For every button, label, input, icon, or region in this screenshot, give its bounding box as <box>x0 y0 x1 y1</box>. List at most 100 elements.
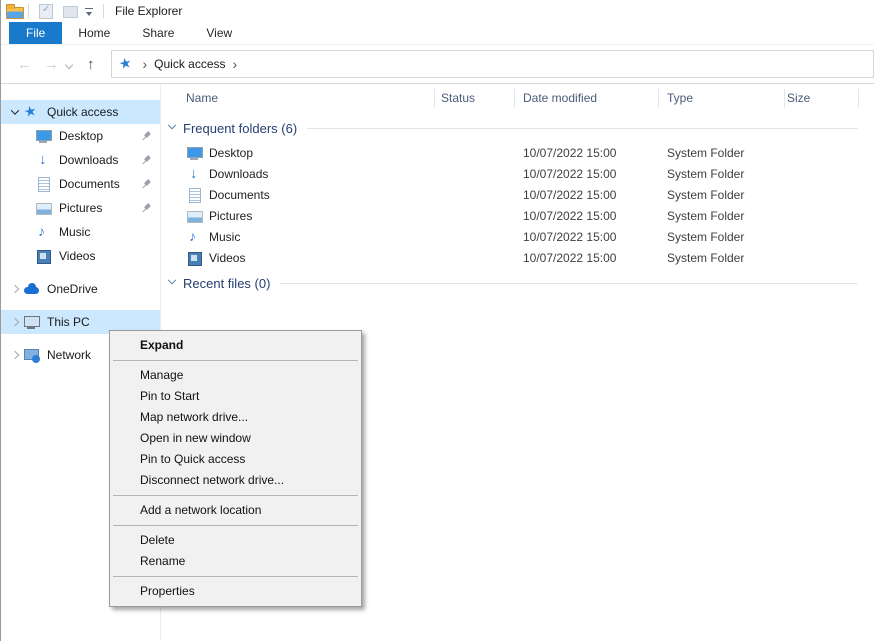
column-divider[interactable] <box>858 89 859 108</box>
expand-chevron-icon[interactable] <box>7 347 23 363</box>
pin-icon <box>138 128 155 145</box>
address-bar[interactable]: › Quick access › <box>111 50 874 78</box>
qat-separator <box>28 4 29 18</box>
pin-icon <box>138 176 155 193</box>
sidebar-item-label: Quick access <box>47 105 118 119</box>
sidebar-item[interactable]: Quick access <box>1 100 160 124</box>
file-row-icon <box>186 166 204 182</box>
column-header-status[interactable]: Status <box>441 91 475 105</box>
sidebar-item-label: Downloads <box>59 153 118 167</box>
column-divider[interactable] <box>514 89 515 108</box>
file-row-date-modified: 10/07/2022 15:00 <box>523 251 616 265</box>
sidebar-item-icon <box>35 176 53 192</box>
column-divider[interactable] <box>658 89 659 108</box>
breadcrumb-chevron-icon[interactable]: › <box>233 57 238 71</box>
customize-quick-access-icon[interactable] <box>84 3 96 19</box>
column-header-type[interactable]: Type <box>667 91 693 105</box>
file-row-date-modified: 10/07/2022 15:00 <box>523 209 616 223</box>
expand-chevron-icon[interactable] <box>19 224 35 240</box>
file-row[interactable]: Downloads 10/07/2022 15:00 System Folder <box>161 163 874 184</box>
group-collapse-chevron-icon[interactable] <box>168 276 176 284</box>
column-header-date-modified[interactable]: Date modified <box>523 91 597 105</box>
context-menu-item[interactable]: Delete <box>110 530 361 551</box>
sidebar-item[interactable]: Music <box>1 220 160 244</box>
expand-chevron-icon[interactable] <box>7 281 23 297</box>
file-row[interactable]: Desktop 10/07/2022 15:00 System Folder <box>161 142 874 163</box>
context-menu-item[interactable]: Add a network location <box>110 500 361 521</box>
sidebar-item-label: Videos <box>59 249 95 263</box>
sidebar-item-icon <box>35 224 53 240</box>
expand-chevron-icon[interactable] <box>7 104 23 120</box>
ribbon-tab[interactable]: File <box>9 22 62 44</box>
sidebar-item-label: Desktop <box>59 129 103 143</box>
file-row-type: System Folder <box>667 251 744 265</box>
sidebar-item[interactable]: Documents <box>1 172 160 196</box>
context-menu-item[interactable]: Pin to Quick access <box>110 449 361 470</box>
back-arrow-icon[interactable]: ← <box>11 57 38 72</box>
up-icon[interactable]: ↑ <box>81 57 101 72</box>
properties-icon[interactable] <box>37 3 55 19</box>
expand-chevron-icon[interactable] <box>19 128 35 144</box>
context-menu-item[interactable]: Disconnect network drive... <box>110 470 361 491</box>
context-menu: Expand Manage Pin to Start Map network d… <box>109 330 362 607</box>
qat-separator <box>103 4 104 18</box>
new-folder-icon[interactable] <box>61 3 79 19</box>
group-header-frequent-folders[interactable]: Frequent folders (6) <box>161 118 858 138</box>
sidebar-item[interactable]: OneDrive <box>1 277 160 301</box>
group-collapse-chevron-icon[interactable] <box>168 121 176 129</box>
expand-chevron-icon[interactable] <box>7 314 23 330</box>
file-row-icon <box>186 187 204 203</box>
context-menu-item[interactable]: Rename <box>110 551 361 572</box>
file-row[interactable]: Music 10/07/2022 15:00 System Folder <box>161 226 874 247</box>
group-divider-line <box>307 128 858 129</box>
file-row[interactable]: Documents 10/07/2022 15:00 System Folder <box>161 184 874 205</box>
file-row-icon <box>186 145 204 161</box>
sidebar-item-icon <box>35 200 53 216</box>
sidebar-item[interactable]: Downloads <box>1 148 160 172</box>
context-menu-item[interactable]: Open in new window <box>110 428 361 449</box>
column-header-size[interactable]: Size <box>787 91 810 105</box>
expand-chevron-icon[interactable] <box>19 248 35 264</box>
context-menu-item[interactable]: Properties <box>110 581 361 602</box>
expand-chevron-icon[interactable] <box>19 200 35 216</box>
breadcrumb[interactable]: Quick access <box>154 57 225 71</box>
file-row-date-modified: 10/07/2022 15:00 <box>523 167 616 181</box>
sidebar-item-icon <box>23 281 41 297</box>
column-divider[interactable] <box>434 89 435 108</box>
sidebar-item[interactable]: Videos <box>1 244 160 268</box>
expand-chevron-icon[interactable] <box>19 152 35 168</box>
context-menu-item[interactable]: Expand <box>110 335 361 356</box>
context-menu-item[interactable]: Manage <box>110 365 361 386</box>
group-header-recent-files[interactable]: Recent files (0) <box>161 273 858 293</box>
sidebar-item-icon <box>23 314 41 330</box>
ribbon-tab[interactable]: View <box>190 22 248 44</box>
ribbon-tab[interactable]: Home <box>62 22 126 44</box>
column-divider[interactable] <box>784 89 785 108</box>
file-row-name: Pictures <box>209 209 252 223</box>
column-header-name[interactable]: Name <box>186 91 218 105</box>
context-menu-item[interactable]: Pin to Start <box>110 386 361 407</box>
sidebar-item-label: Documents <box>59 177 120 191</box>
breadcrumb-chevron-icon[interactable]: › <box>143 57 148 71</box>
sidebar-item-icon <box>23 347 41 363</box>
ribbon-tab[interactable]: Share <box>126 22 190 44</box>
file-row[interactable]: Videos 10/07/2022 15:00 System Folder <box>161 247 874 268</box>
sidebar-item-label: Music <box>59 225 90 239</box>
sidebar-item[interactable]: Desktop <box>1 124 160 148</box>
file-row-name: Documents <box>209 188 270 202</box>
sidebar-item-icon <box>23 104 41 120</box>
expand-chevron-icon[interactable] <box>19 176 35 192</box>
sidebar-item-label: OneDrive <box>47 282 98 296</box>
file-row[interactable]: Pictures 10/07/2022 15:00 System Folder <box>161 205 874 226</box>
file-row-date-modified: 10/07/2022 15:00 <box>523 146 616 160</box>
sidebar-item-icon <box>35 248 53 264</box>
file-row-name: Videos <box>209 251 245 265</box>
file-row-type: System Folder <box>667 188 744 202</box>
forward-arrow-icon[interactable]: → <box>38 57 65 72</box>
context-menu-item[interactable]: Map network drive... <box>110 407 361 428</box>
file-row-icon <box>186 250 204 266</box>
file-explorer-icon <box>5 3 23 19</box>
sidebar-item[interactable]: Pictures <box>1 196 160 220</box>
titlebar: File Explorer <box>1 0 874 22</box>
recent-locations-icon[interactable] <box>65 61 73 69</box>
